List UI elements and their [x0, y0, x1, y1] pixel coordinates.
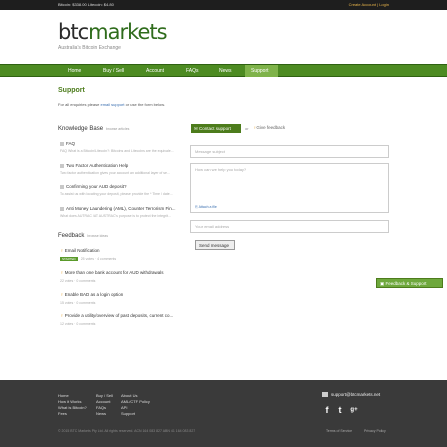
privacy-link[interactable]: Privacy Policy — [364, 429, 386, 433]
or-label: or — [245, 126, 249, 131]
nav-faqs[interactable]: FAQs — [186, 68, 199, 74]
send-message-button[interactable]: Send message — [195, 240, 235, 250]
email-support-link[interactable]: email support — [100, 102, 124, 107]
site-logo[interactable]: btcmarkets Australia's Bitcoin Exchange — [58, 20, 168, 51]
logo-tagline: Australia's Bitcoin Exchange — [58, 45, 121, 51]
footer-link[interactable]: Support — [121, 411, 150, 417]
logo-wordmark: btcmarkets — [58, 20, 168, 44]
feedback-idea[interactable]: ♀Enable BAD as a login option 15 votes ·… — [60, 292, 185, 305]
terms-link[interactable]: Terms of Service — [326, 429, 352, 433]
kb-article[interactable]: Two Factor Authentication Help Two facto… — [60, 163, 185, 175]
footer-link[interactable]: Fees — [58, 411, 87, 417]
nav-account[interactable]: Account — [146, 68, 164, 74]
subject-input[interactable]: Message subject — [190, 145, 389, 158]
google-plus-icon[interactable]: g+ — [349, 405, 359, 415]
status-badge: STARTED — [60, 257, 78, 261]
nav-news[interactable]: News — [219, 68, 232, 74]
chat-icon: ▣ — [380, 281, 385, 286]
feedback-support-widget[interactable]: ▣ Feedback & Support — [376, 278, 443, 288]
nav-buy-sell[interactable]: Buy / Sell — [103, 68, 124, 74]
kb-browse-link[interactable]: browse articles — [106, 127, 129, 131]
feedback-heading: Feedback browse ideas — [58, 233, 108, 239]
page-title: Support — [58, 87, 85, 94]
feedback-idea[interactable]: ♀Provide a utility/overview of past depo… — [60, 313, 185, 326]
footer-link[interactable]: News — [96, 411, 113, 417]
footer-links-col1: Home How it Works What is Bitcoin? Fees — [58, 393, 87, 417]
document-icon — [60, 141, 64, 146]
price-ticker: Bitcoin: $338.00 Litecoin: $4.80 — [58, 2, 114, 7]
kb-article[interactable]: FAQ FAQ What is a Bitcoin/Litecoin?: Bit… — [60, 141, 185, 153]
attach-file-link[interactable]: ⎘ Attach a file — [195, 205, 217, 209]
contact-support-tab[interactable]: ✉ Contact support — [191, 124, 241, 133]
nav-support[interactable]: Support — [251, 68, 269, 74]
document-icon — [60, 163, 64, 168]
email-input[interactable]: Your email address — [190, 220, 389, 233]
top-bar: Bitcoin: $338.00 Litecoin: $4.80 Create … — [0, 0, 447, 10]
twitter-icon[interactable]: t — [335, 405, 345, 415]
give-feedback-tab[interactable]: ♀Give feedback — [253, 125, 285, 130]
lightbulb-icon: ♀ — [60, 292, 64, 298]
footer-email[interactable]: support@btcmarkets.net — [322, 392, 380, 398]
message-textarea[interactable]: How can we help you today? — [190, 163, 389, 213]
lightbulb-icon: ♀ — [60, 270, 64, 276]
feedback-browse-link[interactable]: browse ideas — [87, 234, 108, 238]
footer-links-col2: Buy / Sell Account FAQs News — [96, 393, 113, 417]
document-icon — [60, 206, 64, 211]
kb-article[interactable]: Confirming your AUD deposit? To assist u… — [60, 184, 185, 196]
lightbulb-icon: ♀ — [60, 313, 64, 319]
envelope-icon — [322, 392, 328, 398]
facebook-icon[interactable]: f — [322, 405, 332, 415]
knowledge-base-heading: Knowledge Base browse articles — [58, 126, 130, 132]
feedback-idea[interactable]: ♀More than one bank account for AUD with… — [60, 270, 185, 283]
paperclip-icon: ⎘ — [195, 205, 198, 209]
feedback-idea[interactable]: ♀Email Notification STARTED 25 votes · 4 … — [60, 248, 185, 261]
support-intro: For all enquiries please email support o… — [58, 102, 165, 107]
document-icon — [60, 184, 64, 189]
main-nav: Home Buy / Sell Account FAQs News Suppor… — [0, 64, 447, 77]
kb-article[interactable]: Anti Money Laundering (AML), Counter Ter… — [60, 206, 185, 218]
footer-links-col3: About Us AML/CTF Policy API Support — [121, 393, 150, 417]
lightbulb-icon: ♀ — [60, 248, 64, 254]
nav-home[interactable]: Home — [68, 68, 81, 74]
mail-icon: ✉ — [194, 126, 198, 131]
copyright: © 2015 BTC Markets Pty Ltd. All rights r… — [58, 429, 196, 433]
account-login-links[interactable]: Create Account | Login — [349, 2, 389, 7]
